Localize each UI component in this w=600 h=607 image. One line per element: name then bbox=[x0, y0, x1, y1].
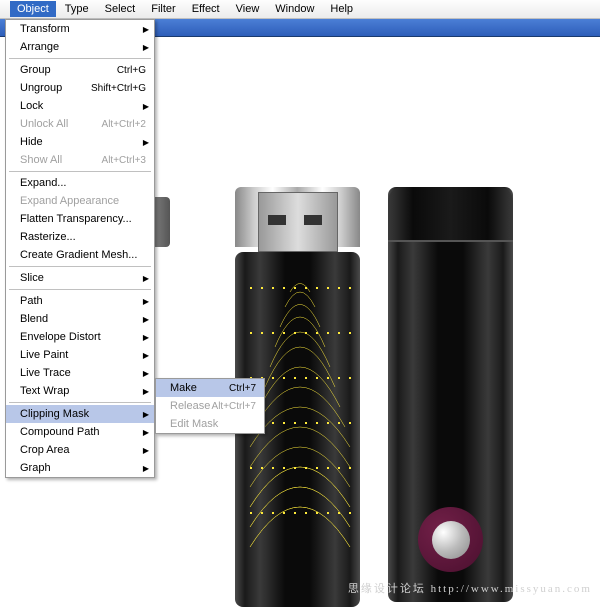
object-menu-blend[interactable]: Blend ▶ bbox=[6, 310, 154, 328]
submenu-arrow-icon: ▶ bbox=[143, 446, 149, 455]
object-menu-show-all: Show All Alt+Ctrl+3 bbox=[6, 151, 154, 169]
object-menu-crop-area[interactable]: Crop Area ▶ bbox=[6, 441, 154, 459]
menu-item-label: Blend bbox=[20, 313, 48, 325]
menu-item-label: Lock bbox=[20, 100, 43, 112]
object-menu-live-trace[interactable]: Live Trace ▶ bbox=[6, 364, 154, 382]
menu-item-shortcut: Alt+Ctrl+2 bbox=[102, 119, 146, 130]
menubar-item-window[interactable]: Window bbox=[268, 1, 321, 17]
submenu-arrow-icon: ▶ bbox=[143, 464, 149, 473]
menu-item-shortcut: Ctrl+G bbox=[117, 65, 146, 76]
menu-item-label: Live Trace bbox=[20, 367, 71, 379]
menu-item-shortcut: Alt+Ctrl+3 bbox=[102, 155, 146, 166]
menu-item-shortcut: Ctrl+7 bbox=[229, 383, 256, 394]
menu-item-label: Unlock All bbox=[20, 118, 68, 130]
menu-item-label: Flatten Transparency... bbox=[20, 213, 132, 225]
usb-cap-right[interactable] bbox=[388, 187, 513, 242]
submenu-arrow-icon: ▶ bbox=[143, 138, 149, 147]
menubar: ObjectTypeSelectFilterEffectViewWindowHe… bbox=[0, 0, 600, 19]
menu-item-label: Make bbox=[170, 382, 197, 394]
submenu-arrow-icon: ▶ bbox=[143, 315, 149, 324]
menubar-item-type[interactable]: Type bbox=[58, 1, 96, 17]
menubar-item-filter[interactable]: Filter bbox=[144, 1, 182, 17]
clipping-submenu-edit-mask: Edit Mask bbox=[156, 415, 264, 433]
menu-item-shortcut: Alt+Ctrl+7 bbox=[212, 401, 256, 412]
submenu-arrow-icon: ▶ bbox=[143, 274, 149, 283]
object-menu-flatten-transparency-[interactable]: Flatten Transparency... bbox=[6, 210, 154, 228]
usb-connector-holes bbox=[268, 215, 322, 225]
object-menu-live-paint[interactable]: Live Paint ▶ bbox=[6, 346, 154, 364]
object-menu-path[interactable]: Path ▶ bbox=[6, 292, 154, 310]
menu-item-label: Transform bbox=[20, 23, 70, 35]
object-menu-envelope-distort[interactable]: Envelope Distort ▶ bbox=[6, 328, 154, 346]
menu-item-label: Expand Appearance bbox=[20, 195, 119, 207]
object-menu-text-wrap[interactable]: Text Wrap ▶ bbox=[6, 382, 154, 400]
menu-item-label: Path bbox=[20, 295, 43, 307]
menu-item-label: Arrange bbox=[20, 41, 59, 53]
menu-separator bbox=[9, 266, 151, 267]
menu-separator bbox=[9, 289, 151, 290]
object-menu-rasterize-[interactable]: Rasterize... bbox=[6, 228, 154, 246]
menu-item-label: Ungroup bbox=[20, 82, 62, 94]
submenu-arrow-icon: ▶ bbox=[143, 387, 149, 396]
menu-separator bbox=[9, 58, 151, 59]
submenu-arrow-icon: ▶ bbox=[143, 43, 149, 52]
menu-item-label: Expand... bbox=[20, 177, 66, 189]
submenu-arrow-icon: ▶ bbox=[143, 428, 149, 437]
watermark-text: 思缘设计论坛 http://www.missyuan.com bbox=[348, 580, 592, 596]
submenu-arrow-icon: ▶ bbox=[143, 369, 149, 378]
menubar-item-view[interactable]: View bbox=[229, 1, 267, 17]
menu-item-label: Slice bbox=[20, 272, 44, 284]
menu-item-label: Text Wrap bbox=[20, 385, 69, 397]
object-menu-ungroup[interactable]: Ungroup Shift+Ctrl+G bbox=[6, 79, 154, 97]
menu-item-label: Live Paint bbox=[20, 349, 68, 361]
object-menu-expand-appearance: Expand Appearance bbox=[6, 192, 154, 210]
object-menu-create-gradient-mesh-[interactable]: Create Gradient Mesh... bbox=[6, 246, 154, 264]
clipping-mask-submenu: Make Ctrl+7 ReleaseAlt+Ctrl+7 Edit Mask bbox=[155, 378, 265, 434]
object-menu-transform[interactable]: Transform ▶ bbox=[6, 20, 154, 38]
object-menu-hide[interactable]: Hide ▶ bbox=[6, 133, 154, 151]
menu-item-label: Hide bbox=[20, 136, 43, 148]
object-menu-compound-path[interactable]: Compound Path ▶ bbox=[6, 423, 154, 441]
menu-item-label: Compound Path bbox=[20, 426, 100, 438]
submenu-arrow-icon: ▶ bbox=[143, 351, 149, 360]
menu-item-label: Show All bbox=[20, 154, 62, 166]
menubar-item-select[interactable]: Select bbox=[98, 1, 143, 17]
object-menu-arrange[interactable]: Arrange ▶ bbox=[6, 38, 154, 56]
object-menu-slice[interactable]: Slice ▶ bbox=[6, 269, 154, 287]
clipping-submenu-make[interactable]: Make Ctrl+7 bbox=[156, 379, 264, 397]
menu-item-label: Clipping Mask bbox=[20, 408, 89, 420]
menu-separator bbox=[9, 171, 151, 172]
menu-item-label: Edit Mask bbox=[170, 418, 218, 430]
clipping-submenu-release: ReleaseAlt+Ctrl+7 bbox=[156, 397, 264, 415]
menu-item-label: Crop Area bbox=[20, 444, 70, 456]
submenu-arrow-icon: ▶ bbox=[143, 297, 149, 306]
object-menu-graph[interactable]: Graph ▶ bbox=[6, 459, 154, 477]
usb-button-ring[interactable] bbox=[418, 507, 483, 572]
menu-separator bbox=[9, 402, 151, 403]
object-menu-clipping-mask[interactable]: Clipping Mask ▶ bbox=[6, 405, 154, 423]
object-menu-lock[interactable]: Lock ▶ bbox=[6, 97, 154, 115]
submenu-arrow-icon: ▶ bbox=[143, 410, 149, 419]
menubar-item-effect[interactable]: Effect bbox=[185, 1, 227, 17]
object-menu-group[interactable]: Group Ctrl+G bbox=[6, 61, 154, 79]
object-menu-expand-[interactable]: Expand... bbox=[6, 174, 154, 192]
menu-item-label: Group bbox=[20, 64, 51, 76]
menu-item-label: Release bbox=[170, 400, 210, 412]
object-menu-dropdown: Transform ▶ Arrange ▶ Group Ctrl+G Ungroup Shif… bbox=[5, 19, 155, 478]
menubar-item-help[interactable]: Help bbox=[323, 1, 360, 17]
usb-button-sphere bbox=[432, 521, 470, 559]
menu-item-label: Create Gradient Mesh... bbox=[20, 249, 137, 261]
submenu-arrow-icon: ▶ bbox=[143, 333, 149, 342]
submenu-arrow-icon: ▶ bbox=[143, 25, 149, 34]
menu-item-label: Envelope Distort bbox=[20, 331, 101, 343]
menubar-item-object[interactable]: Object bbox=[10, 1, 56, 17]
menu-item-shortcut: Shift+Ctrl+G bbox=[91, 83, 146, 94]
menu-item-label: Rasterize... bbox=[20, 231, 76, 243]
menu-item-label: Graph bbox=[20, 462, 51, 474]
object-menu-unlock-all: Unlock All Alt+Ctrl+2 bbox=[6, 115, 154, 133]
submenu-arrow-icon: ▶ bbox=[143, 102, 149, 111]
